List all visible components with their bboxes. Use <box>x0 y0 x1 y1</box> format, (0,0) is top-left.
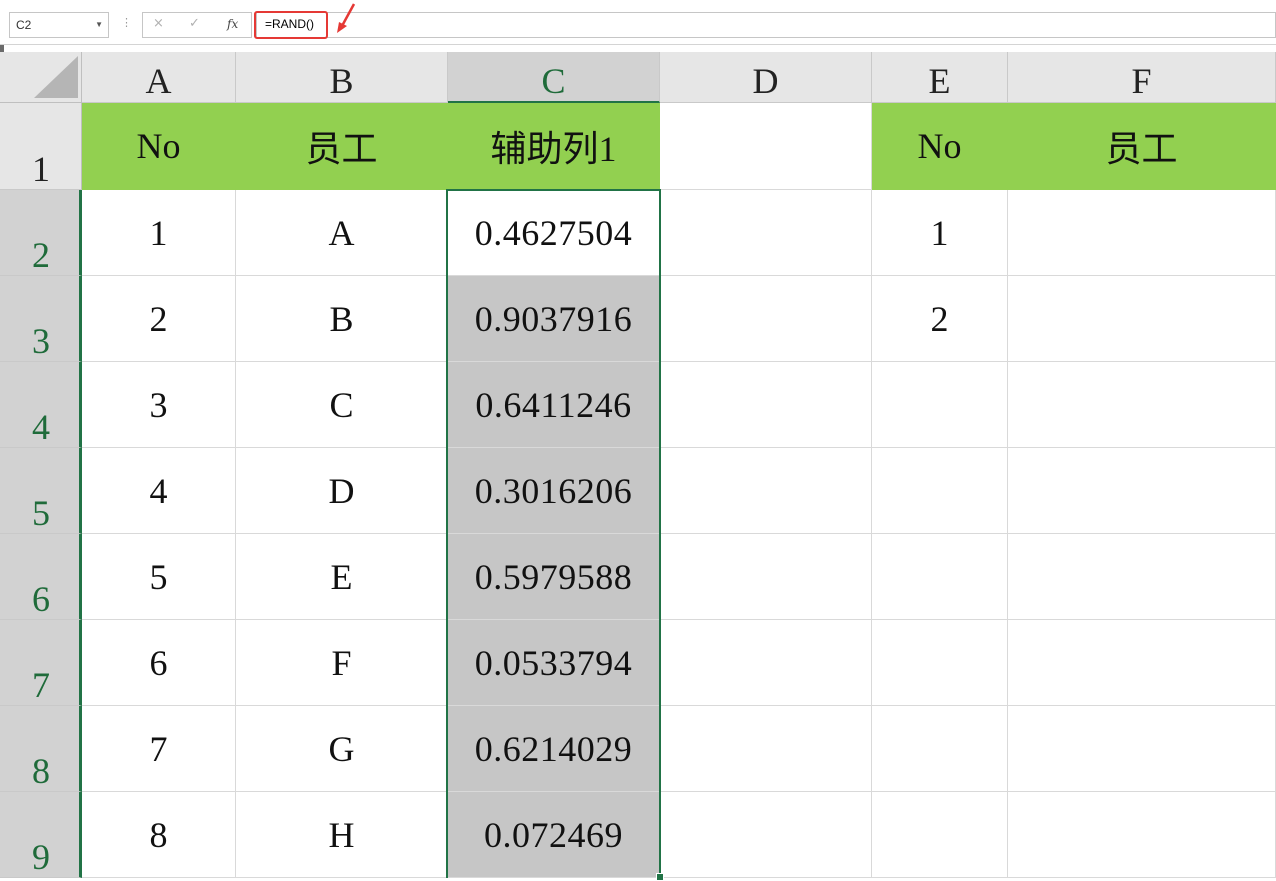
row-header-9[interactable]: 9 <box>0 792 82 878</box>
cell-a2[interactable]: 1 <box>82 190 236 276</box>
cell-f6[interactable] <box>1008 534 1276 620</box>
cell-d1[interactable] <box>660 103 872 190</box>
cell-e6[interactable] <box>872 534 1008 620</box>
cell-e4[interactable] <box>872 362 1008 448</box>
insert-function-icon[interactable]: fx <box>227 17 238 31</box>
cell-e7[interactable] <box>872 620 1008 706</box>
cell-d9[interactable] <box>660 792 872 878</box>
cell-b8[interactable]: G <box>236 706 448 792</box>
cell-a4[interactable]: 3 <box>82 362 236 448</box>
column-header-f[interactable]: F <box>1008 52 1276 103</box>
cell-c2[interactable]: 0.4627504 <box>448 190 660 276</box>
cell-b6[interactable]: E <box>236 534 448 620</box>
cell-a5[interactable]: 4 <box>82 448 236 534</box>
row-header-6[interactable]: 6 <box>0 534 82 620</box>
row-number: 5 <box>32 493 50 533</box>
cell-e8[interactable] <box>872 706 1008 792</box>
column-header-e[interactable]: E <box>872 52 1008 103</box>
row-number: 6 <box>32 579 50 619</box>
cell-d5[interactable] <box>660 448 872 534</box>
cell-b2[interactable]: A <box>236 190 448 276</box>
row-header-3[interactable]: 3 <box>0 276 82 362</box>
cell-a3[interactable]: 2 <box>82 276 236 362</box>
cancel-icon[interactable]: × <box>153 16 164 31</box>
cell-b7[interactable]: F <box>236 620 448 706</box>
cell-d2[interactable] <box>660 190 872 276</box>
cell-b1[interactable]: 员工 <box>236 103 448 190</box>
row-header-1[interactable]: 1 <box>0 103 82 190</box>
cell-e5[interactable] <box>872 448 1008 534</box>
cell-f2[interactable] <box>1008 190 1276 276</box>
cell-b9[interactable]: H <box>236 792 448 878</box>
cell-b4[interactable]: C <box>236 362 448 448</box>
row-number: 8 <box>32 751 50 791</box>
formula-text: =RAND() <box>265 17 315 31</box>
cell-d4[interactable] <box>660 362 872 448</box>
check-icon[interactable]: ✓ <box>189 16 200 31</box>
cell-d6[interactable] <box>660 534 872 620</box>
formula-bar-grip[interactable]: ⋮ <box>121 16 132 29</box>
cell-e1[interactable]: No <box>872 103 1008 190</box>
column-header-c[interactable]: C <box>448 52 660 103</box>
cell-c6[interactable]: 0.5979588 <box>448 534 660 620</box>
cell-e3[interactable]: 2 <box>872 276 1008 362</box>
cell-a9[interactable]: 8 <box>82 792 236 878</box>
cell-f8[interactable] <box>1008 706 1276 792</box>
select-all-triangle-icon <box>34 56 78 98</box>
select-all-corner[interactable] <box>0 52 82 103</box>
cell-a8[interactable]: 7 <box>82 706 236 792</box>
formula-input[interactable] <box>256 12 1276 38</box>
formula-buttons: × ✓ fx <box>142 12 252 38</box>
cell-a7[interactable]: 6 <box>82 620 236 706</box>
row-header-5[interactable]: 5 <box>0 448 82 534</box>
cell-a1[interactable]: No <box>82 103 236 190</box>
row-number: 1 <box>32 149 50 189</box>
row-number: 4 <box>32 407 50 447</box>
cell-c4[interactable]: 0.6411246 <box>448 362 660 448</box>
cell-b5[interactable]: D <box>236 448 448 534</box>
cell-d7[interactable] <box>660 620 872 706</box>
cell-f3[interactable] <box>1008 276 1276 362</box>
cell-b3[interactable]: B <box>236 276 448 362</box>
column-header-a[interactable]: A <box>82 52 236 103</box>
cell-e9[interactable] <box>872 792 1008 878</box>
cell-c7[interactable]: 0.0533794 <box>448 620 660 706</box>
fill-handle[interactable] <box>656 873 664 881</box>
row-number: 9 <box>32 837 50 877</box>
row-header-4[interactable]: 4 <box>0 362 82 448</box>
cell-f1[interactable]: 员工 <box>1008 103 1276 190</box>
cell-f7[interactable] <box>1008 620 1276 706</box>
cell-e2[interactable]: 1 <box>872 190 1008 276</box>
cell-a6[interactable]: 5 <box>82 534 236 620</box>
red-arrow-icon <box>337 3 356 33</box>
column-header-d[interactable]: D <box>660 52 872 103</box>
cell-c8[interactable]: 0.6214029 <box>448 706 660 792</box>
row-number: 3 <box>32 321 50 361</box>
cell-c5[interactable]: 0.3016206 <box>448 448 660 534</box>
row-header-8[interactable]: 8 <box>0 706 82 792</box>
row-header-7[interactable]: 7 <box>0 620 82 706</box>
cell-c3[interactable]: 0.9037916 <box>448 276 660 362</box>
cell-f9[interactable] <box>1008 792 1276 878</box>
row-header-2[interactable]: 2 <box>0 190 82 276</box>
formula-bar: C2 ▼ ⋮ × ✓ fx =RAND() <box>0 0 1276 45</box>
cell-c9[interactable]: 0.072469 <box>448 792 660 878</box>
column-header-b[interactable]: B <box>236 52 448 103</box>
name-box[interactable]: C2 ▼ <box>9 12 109 38</box>
cell-d8[interactable] <box>660 706 872 792</box>
cell-c1[interactable]: 辅助列1 <box>448 103 660 190</box>
cell-f4[interactable] <box>1008 362 1276 448</box>
name-box-value: C2 <box>16 18 32 32</box>
row-number: 2 <box>32 235 50 275</box>
chevron-down-icon[interactable]: ▼ <box>95 20 103 29</box>
row-number: 7 <box>32 665 50 705</box>
cell-d3[interactable] <box>660 276 872 362</box>
cell-f5[interactable] <box>1008 448 1276 534</box>
